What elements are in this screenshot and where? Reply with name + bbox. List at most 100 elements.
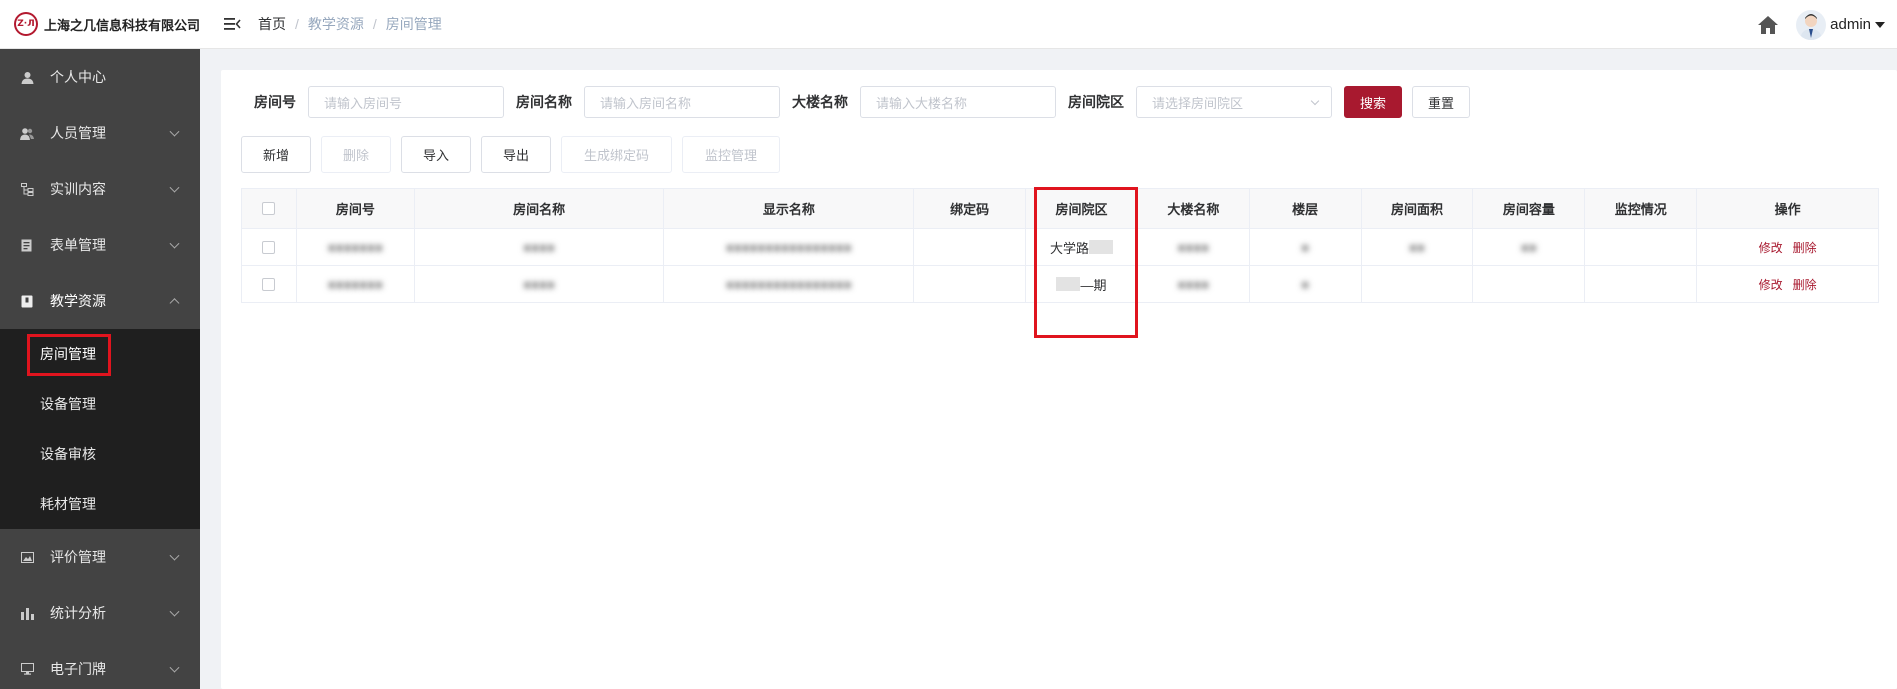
campus-text: 大学路 <box>1049 240 1089 256</box>
room-number-input[interactable]: 请输入房间号 <box>308 86 504 118</box>
delete-link[interactable]: 删除 <box>1793 276 1817 293</box>
book-icon <box>20 294 34 308</box>
logo-mark: Z·Л <box>14 12 38 36</box>
sidebar-item-label: 教学资源 <box>50 293 106 309</box>
redacted-cell: ■■■■ <box>415 266 665 302</box>
sidebar-item-label: 实训内容 <box>50 181 106 197</box>
add-button[interactable]: 新增 <box>241 136 311 173</box>
user-name[interactable]: admin <box>1830 16 1871 33</box>
monitor-status-cell <box>1585 229 1698 265</box>
actions-cell: 修改 删除 <box>1697 266 1878 302</box>
company-name: 上海之几信息科技有限公司 <box>43 17 200 33</box>
sidebar-item-label: 个人中心 <box>50 69 106 85</box>
search-form: 房间号 请输入房间号 房间名称 请输入房间名称 大楼名称 请输入大楼名称 房间院… <box>254 86 1471 118</box>
row-checkbox[interactable] <box>262 240 276 254</box>
search-button[interactable]: 搜索 <box>1344 86 1403 118</box>
avatar[interactable] <box>1796 9 1827 40</box>
menu-toggle-icon[interactable] <box>212 0 252 49</box>
chevron-up-icon <box>169 298 180 309</box>
sidebar-item-form-management[interactable]: 表单管理 <box>0 217 200 273</box>
redacted-cell: ■■■■■■■■■■■■■■■■ <box>664 266 915 302</box>
main-panel: 房间号 请输入房间号 房间名称 请输入房间名称 大楼名称 请输入大楼名称 房间院… <box>221 70 1897 689</box>
sidebar-item-label: 电子门牌 <box>50 661 106 677</box>
chevron-down-icon <box>169 606 180 617</box>
room-table: 房间号 房间名称 显示名称 绑定码 房间院区 大楼名称 楼层 房间面积 房间容量… <box>241 188 1879 303</box>
sidebar-item-electronic-doorplate[interactable]: 电子门牌 <box>0 641 200 689</box>
chevron-down-icon <box>169 126 180 137</box>
column-header: 大楼名称 <box>1137 189 1250 228</box>
select-all-checkbox[interactable] <box>262 202 276 215</box>
sidebar-item-teaching-resources[interactable]: 教学资源 <box>0 273 200 329</box>
redacted-chip <box>1088 240 1113 254</box>
sidebar-item-label: 人员管理 <box>50 125 106 141</box>
sidebar-subitem-device-management[interactable]: 设备管理 <box>0 379 200 429</box>
table-header: 房间号 房间名称 显示名称 绑定码 房间院区 大楼名称 楼层 房间面积 房间容量… <box>242 189 1878 229</box>
column-header: 房间院区 <box>1026 189 1138 228</box>
campus-select-placeholder: 请选择房间院区 <box>1152 95 1244 111</box>
room-number-label: 房间号 <box>254 94 296 110</box>
breadcrumb-separator: / <box>372 16 377 32</box>
home-icon[interactable] <box>1756 13 1780 37</box>
campus-cell: —期 <box>1026 266 1138 302</box>
table-row[interactable]: ■■■■■■■ ■■■■ ■■■■■■■■■■■■■■■■ —期 ■■■■ ■ … <box>242 266 1878 302</box>
import-button[interactable]: 导入 <box>401 136 471 173</box>
column-header: 房间号 <box>296 189 415 228</box>
redacted-chip <box>1056 277 1081 291</box>
sidebar-subitem-device-review[interactable]: 设备审核 <box>0 429 200 479</box>
sidebar-subitem-consumables-management[interactable]: 耗材管理 <box>0 479 200 529</box>
sidebar-item-personal-center[interactable]: 个人中心 <box>0 49 200 105</box>
room-name-input[interactable]: 请输入房间名称 <box>584 86 780 118</box>
campus-select[interactable]: 请选择房间院区 <box>1136 86 1332 118</box>
breadcrumb-teaching-resources[interactable]: 教学资源 <box>308 14 364 34</box>
generate-binding-code-button[interactable]: 生成绑定码 <box>561 136 672 173</box>
sidebar-item-evaluation-management[interactable]: 评价管理 <box>0 529 200 585</box>
capacity-cell <box>1473 266 1586 302</box>
column-header: 操作 <box>1697 189 1878 228</box>
redacted-cell: ■ <box>1250 229 1362 265</box>
column-header: 房间容量 <box>1473 189 1586 228</box>
edit-link[interactable]: 修改 <box>1759 239 1783 256</box>
image-icon <box>20 550 34 564</box>
building-name-input[interactable]: 请输入大楼名称 <box>860 86 1056 118</box>
breadcrumb-home[interactable]: 首页 <box>258 14 286 34</box>
delete-link[interactable]: 删除 <box>1793 239 1817 256</box>
company-logo[interactable]: Z·Л 上海之几信息科技有限公司 <box>0 0 200 49</box>
export-button[interactable]: 导出 <box>481 136 551 173</box>
sidebar-subitem-room-management[interactable]: 房间管理 <box>0 329 200 379</box>
monitor-status-cell <box>1585 266 1698 302</box>
row-select-cell <box>242 266 297 302</box>
sidebar-item-training-content[interactable]: 实训内容 <box>0 161 200 217</box>
chevron-down-icon <box>169 182 180 193</box>
building-name-label: 大楼名称 <box>792 94 848 110</box>
redacted-cell: ■■■■■■■■■■■■■■■■ <box>664 229 915 265</box>
table-row[interactable]: ■■■■■■■ ■■■■ ■■■■■■■■■■■■■■■■ 大学路 ■■■■ ■… <box>242 229 1878 266</box>
caret-down-icon[interactable] <box>1875 21 1885 28</box>
row-select-cell <box>242 229 297 265</box>
sidebar-subitem-label: 耗材管理 <box>40 496 96 512</box>
sidebar-subitem-label: 设备审核 <box>40 446 96 462</box>
redacted-cell: ■■ <box>1473 229 1586 265</box>
row-checkbox[interactable] <box>262 277 276 291</box>
action-toolbar: 新增 删除 导入 导出 生成绑定码 监控管理 <box>241 136 790 173</box>
chevron-down-icon <box>169 550 180 561</box>
column-header: 房间名称 <box>414 189 665 228</box>
monitor-icon <box>20 662 34 676</box>
delete-button[interactable]: 删除 <box>321 136 391 173</box>
sidebar-item-staff-management[interactable]: 人员管理 <box>0 105 200 161</box>
edit-link[interactable]: 修改 <box>1759 276 1783 293</box>
binding-code-cell <box>914 229 1027 265</box>
breadcrumb-room-management: 房间管理 <box>385 16 442 32</box>
sidebar-item-statistics[interactable]: 统计分析 <box>0 585 200 641</box>
column-header: 显示名称 <box>664 189 915 228</box>
redacted-cell: ■■■■ <box>415 229 665 265</box>
select-all-cell <box>242 189 297 228</box>
reset-button[interactable]: 重置 <box>1412 86 1471 118</box>
monitor-management-button[interactable]: 监控管理 <box>682 136 780 173</box>
redacted-cell: ■■■■■■■ <box>297 266 415 302</box>
campus-text: —期 <box>1080 277 1107 293</box>
breadcrumb-separator: / <box>295 16 299 32</box>
form-icon <box>20 238 34 252</box>
sidebar-subitem-label: 房间管理 <box>40 346 96 362</box>
room-name-label: 房间名称 <box>516 94 572 110</box>
campus-label: 房间院区 <box>1068 94 1124 110</box>
